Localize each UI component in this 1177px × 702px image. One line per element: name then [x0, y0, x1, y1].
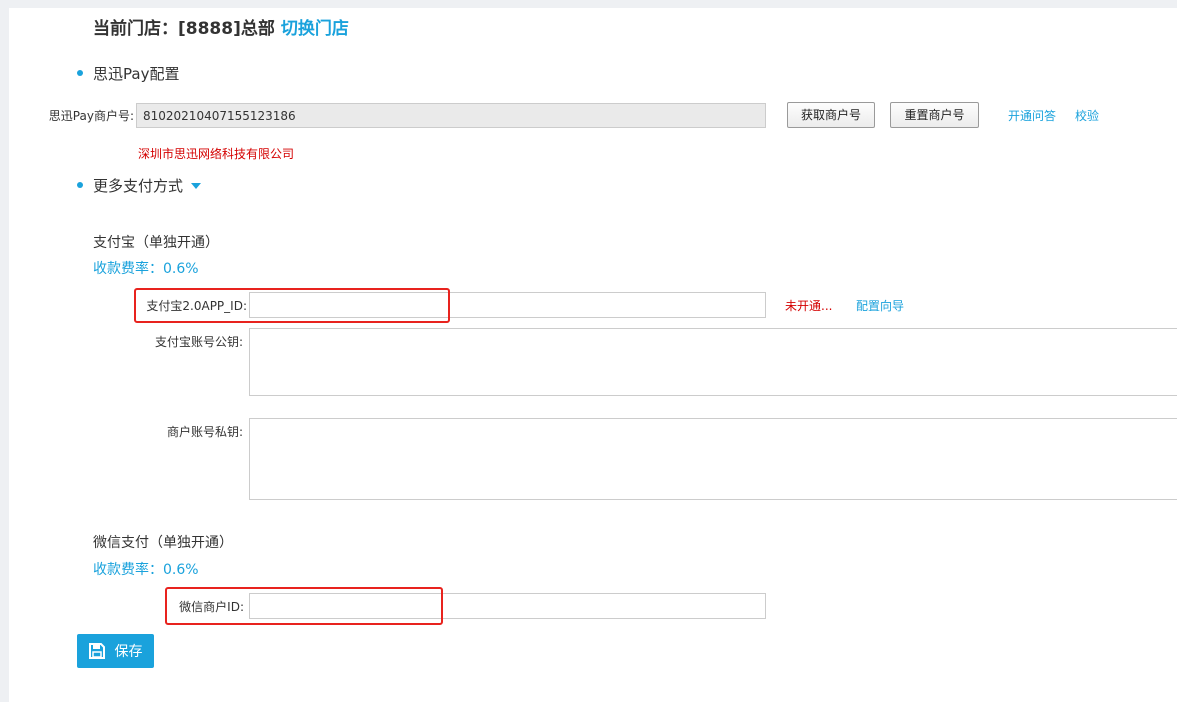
verify-link[interactable]: 校验 — [1075, 107, 1099, 124]
left-strip — [0, 0, 9, 702]
section-bullet — [77, 182, 83, 188]
section-bullet — [77, 70, 83, 76]
alipay-app-id-label: 支付宝2.0APP_ID: — [146, 299, 247, 313]
company-name: 深圳市思迅网络科技有限公司 — [138, 147, 295, 161]
alipay-guide-link[interactable]: 配置向导 — [856, 297, 904, 314]
sixun-pay-title: 思迅Pay配置 — [93, 65, 180, 83]
switch-store-link[interactable]: 切换门店 — [281, 19, 349, 39]
alipay-heading: 支付宝（单独开通） — [93, 235, 219, 251]
reset-merchant-button[interactable]: 重置商户号 — [890, 102, 979, 128]
top-strip — [0, 0, 1177, 8]
save-button[interactable]: 保存 — [77, 634, 154, 668]
more-payments-toggle[interactable]: 更多支付方式 — [93, 175, 202, 196]
faq-link[interactable]: 开通问答 — [1008, 107, 1056, 124]
alipay-app-id-input[interactable] — [249, 292, 766, 318]
wechat-rate: 收款费率：0.6% — [93, 562, 199, 578]
wechat-merchant-id-label: 微信商户ID: — [179, 600, 244, 614]
save-button-label: 保存 — [114, 644, 143, 660]
alipay-rate: 收款费率：0.6% — [93, 261, 199, 277]
alipay-status: 未开通... — [785, 299, 833, 313]
merchant-private-key-textarea[interactable] — [249, 418, 1177, 500]
alipay-public-key-label: 支付宝账号公钥: — [154, 335, 243, 349]
get-merchant-button[interactable]: 获取商户号 — [787, 102, 875, 128]
sixun-merchant-label: 思迅Pay商户号: — [48, 109, 134, 123]
more-payments-title: 更多支付方式 — [93, 177, 184, 195]
save-icon — [88, 643, 105, 659]
wechat-heading: 微信支付（单独开通） — [93, 535, 233, 551]
merchant-private-key-label: 商户账号私钥: — [166, 425, 243, 439]
caret-down-icon — [191, 182, 202, 189]
alipay-public-key-textarea[interactable] — [249, 328, 1177, 396]
current-store-header: 当前门店：[8888]总部 切换门店 — [93, 14, 349, 39]
current-store-label: 当前门店：[8888]总部 — [93, 19, 275, 39]
wechat-merchant-id-input[interactable] — [249, 593, 766, 619]
sixun-merchant-input[interactable] — [136, 103, 766, 128]
